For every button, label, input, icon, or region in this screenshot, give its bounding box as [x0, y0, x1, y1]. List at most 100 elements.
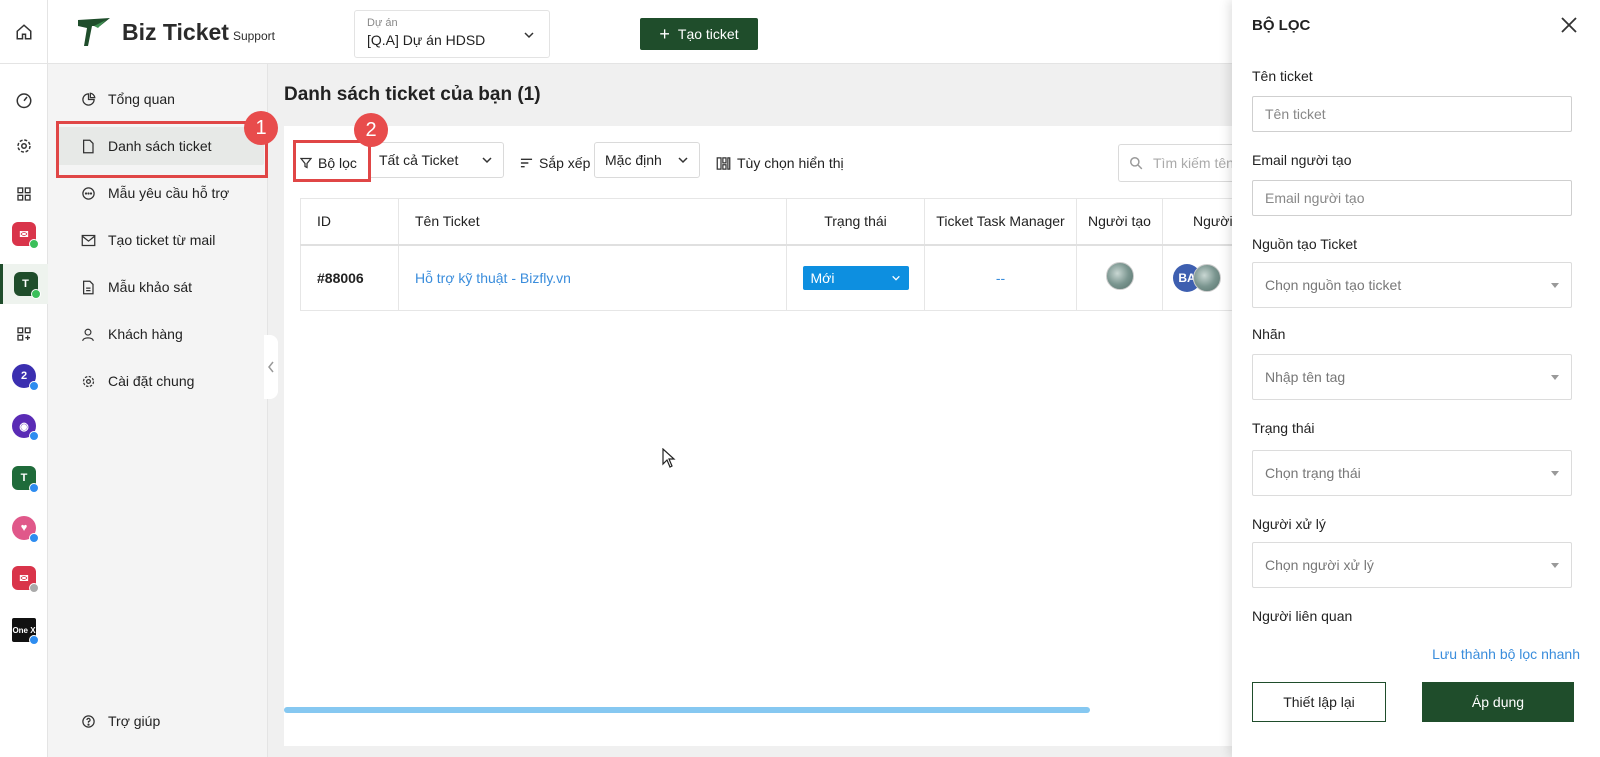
sidebar-item-overview[interactable]: Tổng quan	[56, 80, 264, 118]
ticket-source-select[interactable]: Chọn nguồn tạo ticket	[1252, 262, 1572, 308]
creator-email-placeholder: Email người tạo	[1265, 190, 1365, 206]
ticket-name-input[interactable]: Tên ticket	[1252, 96, 1572, 132]
status-select[interactable]: Chọn trạng thái	[1252, 450, 1572, 496]
sidebar-item-label: Tổng quan	[108, 91, 175, 107]
creator-cell	[1076, 244, 1163, 311]
sidebar-item-label: Tạo ticket từ mail	[108, 232, 216, 248]
ticket-source-label: Nguồn tạo Ticket	[1252, 236, 1358, 252]
help-icon	[80, 713, 96, 729]
save-quick-filter-link[interactable]: Lưu thành bộ lọc nhanh	[1432, 646, 1580, 662]
rail-grid-add[interactable]	[0, 314, 48, 354]
ticket-name-label: Tên ticket	[1252, 68, 1313, 84]
bizticket-app-icon: T	[13, 272, 41, 299]
bizmail-app-icon: ✉	[12, 222, 39, 249]
sidebar-item-request-templates[interactable]: Mẫu yêu cầu hỗ trợ	[56, 174, 264, 212]
column-header-assignee[interactable]: Người	[1162, 198, 1235, 246]
rail-bizticket-app[interactable]: T	[0, 264, 48, 304]
filter-panel: BỘ LỌC Tên ticket Tên ticket Email người…	[1232, 0, 1600, 757]
ticket-source-placeholder: Chọn nguồn tạo ticket	[1265, 277, 1402, 293]
rail-bizfly-app[interactable]: 2	[0, 356, 48, 396]
reset-button[interactable]: Thiết lập lại	[1252, 682, 1386, 722]
rail-dashboard[interactable]	[0, 80, 48, 120]
creator-email-input[interactable]: Email người tạo	[1252, 180, 1572, 216]
column-header-id[interactable]: ID	[300, 198, 399, 246]
ticket-scope-select[interactable]: Tất cả Ticket	[368, 142, 504, 178]
annotation-number-1: 1	[244, 111, 278, 145]
tag-select[interactable]: Nhập tên tag	[1252, 354, 1572, 400]
column-header-creator[interactable]: Người tạo	[1076, 198, 1163, 246]
table-row[interactable]: #88006 Hỗ trợ kỹ thuật - Bizfly.vn Mới -…	[300, 244, 1235, 311]
avatar[interactable]	[1105, 262, 1134, 291]
ticket-table: ID Tên Ticket Trạng thái Ticket Task Man…	[300, 198, 1235, 311]
dashboard-icon	[16, 93, 32, 109]
project-value: [Q.A] Dự án HDSD	[367, 32, 486, 48]
avatar[interactable]	[1193, 263, 1221, 292]
rail-onex-app[interactable]: One X	[0, 610, 48, 650]
handler-label: Người xử lý	[1252, 516, 1326, 532]
sidebar-item-general-settings[interactable]: Cài đặt chung	[56, 362, 264, 400]
search-input[interactable]: Tìm kiếm tên	[1118, 144, 1234, 182]
filter-panel-title: BỘ LỌC	[1252, 17, 1311, 34]
status-placeholder: Chọn trạng thái	[1265, 465, 1361, 481]
ticket-list-card: Bộ lọc Tất cả Ticket Sắp xếp Mặc định Tù…	[284, 126, 1235, 746]
sidebar-item-ticket-from-mail[interactable]: Tạo ticket từ mail	[56, 221, 264, 259]
sidebar-item-survey-templates[interactable]: Mẫu khảo sát	[56, 268, 264, 306]
onex-label: One X	[12, 625, 36, 635]
sidebar-item-customers[interactable]: Khách hàng	[56, 315, 264, 353]
page-title: Danh sách ticket của bạn (1)	[284, 84, 541, 105]
ticket-name-link[interactable]: Hỗ trợ kỹ thuật - Bizfly.vn	[398, 244, 787, 311]
create-ticket-button[interactable]: + Tạo ticket	[640, 18, 758, 50]
chat-icon	[80, 185, 96, 201]
column-header-name[interactable]: Tên Ticket	[398, 198, 787, 246]
task-manager-value[interactable]: --	[996, 270, 1005, 286]
ticket-name[interactable]: Hỗ trợ kỹ thuật - Bizfly.vn	[415, 270, 571, 286]
ticket-name-placeholder: Tên ticket	[1265, 106, 1326, 122]
horizontal-scrollbar[interactable]	[284, 707, 1090, 713]
tag-placeholder: Nhập tên tag	[1265, 369, 1346, 385]
rail-bizcrm-app[interactable]: ♥	[0, 508, 48, 548]
related-people-label: Người liên quan	[1252, 608, 1353, 624]
sort-label-text: Sắp xếp	[539, 155, 591, 171]
column-header-status[interactable]: Trạng thái	[786, 198, 925, 246]
status-value: Mới	[810, 269, 835, 286]
annotation-box-2	[293, 140, 371, 182]
sort-label: Sắp xếp	[520, 146, 591, 180]
column-header-task-manager[interactable]: Ticket Task Manager	[924, 198, 1077, 246]
rail-bot-app[interactable]: ◉	[0, 406, 48, 446]
display-options-button[interactable]: Tùy chọn hiển thị	[716, 146, 844, 180]
close-icon[interactable]	[1560, 16, 1578, 34]
sidebar-item-label: Mẫu yêu cầu hỗ trợ	[108, 185, 230, 201]
rail-grid[interactable]	[0, 174, 48, 214]
sort-select[interactable]: Mặc định	[594, 142, 700, 178]
sidebar-collapse-handle[interactable]	[264, 335, 278, 399]
status-dropdown[interactable]: Mới	[802, 265, 909, 290]
rail-bizmail-app[interactable]: ✉	[0, 214, 48, 254]
rail-bizticket-app-2[interactable]: T	[0, 458, 48, 498]
sidebar-item-label: Khách hàng	[108, 326, 183, 342]
handler-placeholder: Chọn người xử lý	[1265, 557, 1374, 573]
project-selector[interactable]: Dự án [Q.A] Dự án HDSD	[354, 10, 550, 58]
logo[interactable]: Biz Ticket Support	[76, 16, 275, 48]
creator-email-label: Email người tạo	[1252, 152, 1352, 168]
sidebar-item-label: Cài đặt chung	[108, 373, 195, 389]
pie-chart-icon	[80, 91, 96, 107]
chevron-down-icon	[678, 157, 688, 164]
sidebar-help-label: Trợ giúp	[108, 713, 161, 729]
bizcrm-app-icon: ♥	[12, 516, 39, 543]
tag-label: Nhãn	[1252, 326, 1286, 342]
rail-bizmail-app-2[interactable]: ✉	[0, 558, 48, 598]
onex-app-icon: One X	[12, 618, 39, 645]
logo-subtext: Support	[232, 29, 275, 43]
bizfly-app-icon: 2	[12, 364, 39, 391]
sidebar-item-help[interactable]: Trợ giúp	[56, 702, 264, 740]
project-label: Dự án	[367, 17, 398, 29]
home-button[interactable]	[0, 0, 47, 64]
search-placeholder: Tìm kiếm tên	[1153, 155, 1234, 171]
apply-button[interactable]: Áp dụng	[1422, 682, 1574, 722]
assignee-cell: BA	[1162, 244, 1235, 311]
handler-select[interactable]: Chọn người xử lý	[1252, 542, 1572, 588]
logo-text: Biz Ticket	[122, 18, 229, 45]
grid-add-icon	[17, 327, 31, 341]
rail-settings[interactable]	[0, 126, 48, 166]
home-icon	[16, 23, 31, 39]
